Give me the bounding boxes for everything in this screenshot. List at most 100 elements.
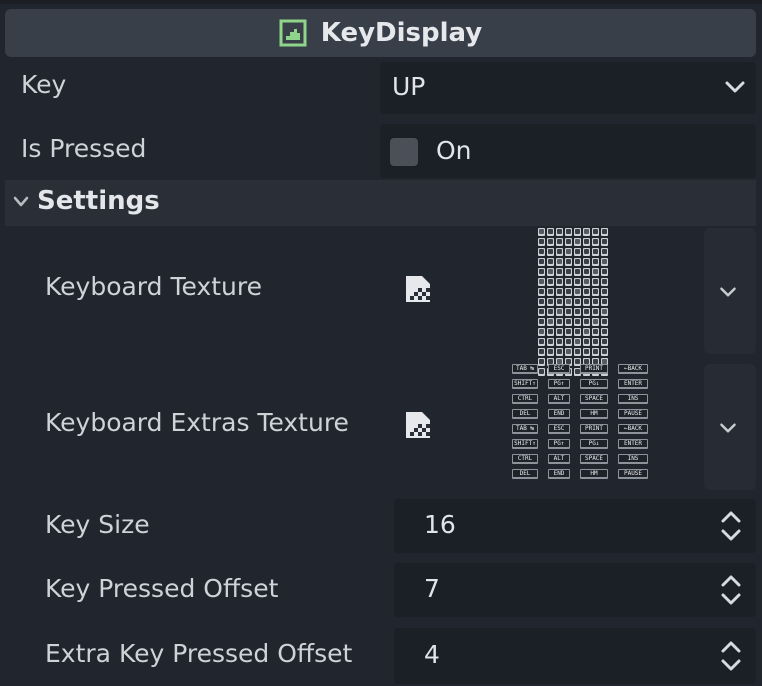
texture-key-tile (556, 328, 563, 336)
texture-key-tile (601, 318, 608, 326)
keyboard-extras-texture-preview[interactable]: TAB ↹ ESC PRINT ←BACK SHIFT↑ PG↑ PG↓ ENTER CTRL A… (512, 364, 648, 479)
texture-key-tile (556, 248, 563, 256)
extras-key-tile: DEL (512, 409, 538, 419)
property-label: Keyboard Texture (45, 272, 262, 301)
texture-key-tile (601, 268, 608, 276)
texture-key-tile (547, 298, 554, 306)
checkbox[interactable] (390, 138, 418, 166)
texture-key-tile (592, 348, 599, 356)
extras-key-tile: INS (618, 454, 648, 464)
extras-key-tile: ESC (548, 364, 570, 374)
texture-key-tile (565, 318, 572, 326)
texture-key-tile (583, 308, 590, 316)
texture-key-tile (538, 288, 545, 296)
extras-key-tile: PRINT (580, 364, 608, 374)
texture-key-tile (583, 298, 590, 306)
texture-key-tile (556, 288, 563, 296)
texture-key-tile (583, 318, 590, 326)
texture-key-tile (547, 288, 554, 296)
texture-key-tile (592, 238, 599, 246)
texture-key-tile (592, 298, 599, 306)
texture-key-tile (601, 308, 608, 316)
texture-key-tile (601, 328, 608, 336)
spinner-arrows-icon[interactable] (720, 574, 742, 606)
property-is-pressed: Is Pressed On (0, 124, 762, 180)
texture-key-tile (565, 288, 572, 296)
texture-key-tile (538, 248, 545, 256)
texture-key-tile (565, 258, 572, 266)
extras-key-tile: ENTER (618, 439, 648, 449)
texture-key-tile (556, 298, 563, 306)
checkbox-label: On (436, 136, 472, 165)
texture-key-tile (565, 248, 572, 256)
texture-key-tile (601, 298, 608, 306)
extras-key-tile: CTRL (512, 454, 538, 464)
extras-key-tile: DEL (512, 469, 538, 479)
texture-key-tile (592, 228, 599, 236)
extra-key-pressed-offset-spinbox[interactable]: 4 (394, 628, 756, 684)
texture-key-tile (565, 348, 572, 356)
texture-key-tile (583, 328, 590, 336)
chevron-down-icon (720, 287, 736, 297)
extras-key-tile: INS (618, 394, 648, 404)
is-pressed-toggle[interactable]: On (380, 124, 756, 178)
texture-key-tile (547, 258, 554, 266)
texture-key-tile (556, 318, 563, 326)
texture-key-tile (601, 238, 608, 246)
property-extra-key-pressed-offset: Extra Key Pressed Offset 4 (0, 627, 762, 685)
texture-key-tile (583, 238, 590, 246)
texture-key-tile (574, 248, 581, 256)
extras-key-tile: END (548, 409, 570, 419)
property-label: Keyboard Extras Texture (45, 408, 349, 437)
extra-key-pressed-offset-value: 4 (424, 640, 440, 669)
key-value: UP (392, 72, 426, 101)
texture-key-tile (565, 328, 572, 336)
key-size-spinbox[interactable]: 16 (394, 499, 756, 553)
keyboard-texture-preview[interactable] (538, 228, 608, 376)
texture-key-tile (565, 308, 572, 316)
texture-key-tile (565, 228, 572, 236)
texture-key-tile (601, 348, 608, 356)
extras-key-tile: ←BACK (618, 364, 648, 374)
texture-file-icon (406, 412, 430, 438)
extras-key-tile: PRINT (580, 424, 608, 434)
property-keyboard-extras-texture: Keyboard Extras Texture TAB ↹ ESC PRINT ←BA… (0, 362, 762, 492)
settings-section-header[interactable]: Settings (5, 180, 756, 226)
keyboard-extras-texture-dropdown[interactable] (704, 364, 756, 490)
texture-key-tile (556, 238, 563, 246)
texture-key-tile (592, 338, 599, 346)
texture-key-tile (538, 318, 545, 326)
keyboard-texture-dropdown[interactable] (704, 228, 756, 354)
extras-key-tile: PAUSE (618, 409, 648, 419)
texture-key-tile (592, 328, 599, 336)
texture-key-tile (538, 258, 545, 266)
extras-key-tile: HM (580, 469, 608, 479)
texture-key-tile (538, 238, 545, 246)
texture-key-tile (538, 328, 545, 336)
texture-key-tile (574, 338, 581, 346)
texture-key-tile (556, 348, 563, 356)
texture-key-tile (574, 348, 581, 356)
texture-key-tile (592, 318, 599, 326)
texture-key-tile (565, 298, 572, 306)
texture-key-tile (556, 308, 563, 316)
texture-key-tile (574, 228, 581, 236)
spinner-arrows-icon[interactable] (720, 640, 742, 672)
key-pressed-offset-spinbox[interactable]: 7 (394, 563, 756, 617)
spinner-arrows-icon[interactable] (720, 510, 742, 542)
property-label: Extra Key Pressed Offset (45, 639, 353, 668)
texture-key-tile (583, 268, 590, 276)
inspector-header: KeyDisplay (5, 9, 756, 57)
property-key-pressed-offset: Key Pressed Offset 7 (0, 562, 762, 618)
property-label: Key (21, 70, 67, 99)
chevron-down-icon (720, 423, 736, 433)
chevron-down-icon (725, 81, 745, 93)
texture-key-tile (547, 268, 554, 276)
texture-key-tile (538, 308, 545, 316)
texture-key-tile (547, 348, 554, 356)
texture-key-tile (547, 318, 554, 326)
key-size-value: 16 (424, 510, 456, 539)
key-dropdown[interactable]: UP (380, 62, 756, 114)
texture-key-tile (583, 288, 590, 296)
texture-key-tile (583, 228, 590, 236)
